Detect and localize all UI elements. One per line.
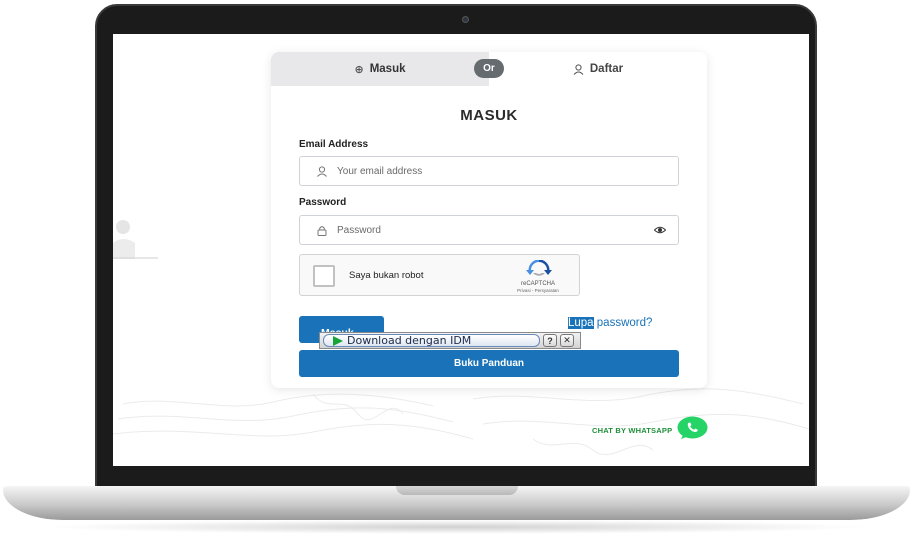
recaptcha-brand: reCAPTCHA [520,281,555,287]
whatsapp-chat-label[interactable]: CHAT BY WHATSAPP [592,426,672,435]
eye-icon[interactable] [654,225,666,235]
guide-button[interactable]: Buku Panduan [299,350,679,377]
laptop-notch [396,486,518,495]
recaptcha-checkbox[interactable] [313,265,335,287]
page-title: MASUK [460,107,518,124]
email-field[interactable]: Your email address [299,156,679,186]
idm-download-button[interactable]: Download dengan IDM [323,334,540,347]
forgot-password-highlight: Lupa [568,317,594,329]
tab-masuk[interactable]: ⊕ Masuk [271,52,489,86]
person-illustration [113,220,158,259]
forgot-password-rest: password? [593,317,653,329]
password-field[interactable]: Password [299,215,679,245]
recaptcha-logo-icon [526,260,552,276]
idm-download-label: Download dengan IDM [347,334,472,347]
password-label: Password [299,197,347,208]
laptop-shadow [40,520,873,534]
password-placeholder: Password [337,224,381,236]
play-icon [333,335,343,346]
forgot-password-link[interactable]: Lupa password? [568,317,652,329]
user-icon [573,63,584,75]
laptop-screen: ⊕ Masuk Daftar Or MASUK Email Address Yo… [113,34,809,466]
recaptcha-terms[interactable]: Privasi - Persyaratan [500,288,576,293]
idm-help-button[interactable]: ? [543,334,557,347]
tab-masuk-label: Masuk [369,63,406,75]
lock-icon [317,225,327,236]
recaptcha-label: Saya bukan robot [349,270,424,281]
tab-daftar[interactable]: Daftar [489,52,707,86]
login-icon: ⊕ [354,63,364,76]
camera-dot [462,16,469,23]
email-placeholder: Your email address [337,165,423,177]
idm-download-panel: Download dengan IDM ? ✕ [319,332,581,349]
whatsapp-icon[interactable] [677,416,708,440]
tab-daftar-label: Daftar [589,63,624,75]
email-label: Email Address [299,139,369,150]
idm-close-button[interactable]: ✕ [560,334,574,347]
or-badge: Or [474,59,504,78]
user-icon [317,165,327,177]
recaptcha-widget: Saya bukan robot reCAPTCHA Privasi - Per… [299,254,580,296]
